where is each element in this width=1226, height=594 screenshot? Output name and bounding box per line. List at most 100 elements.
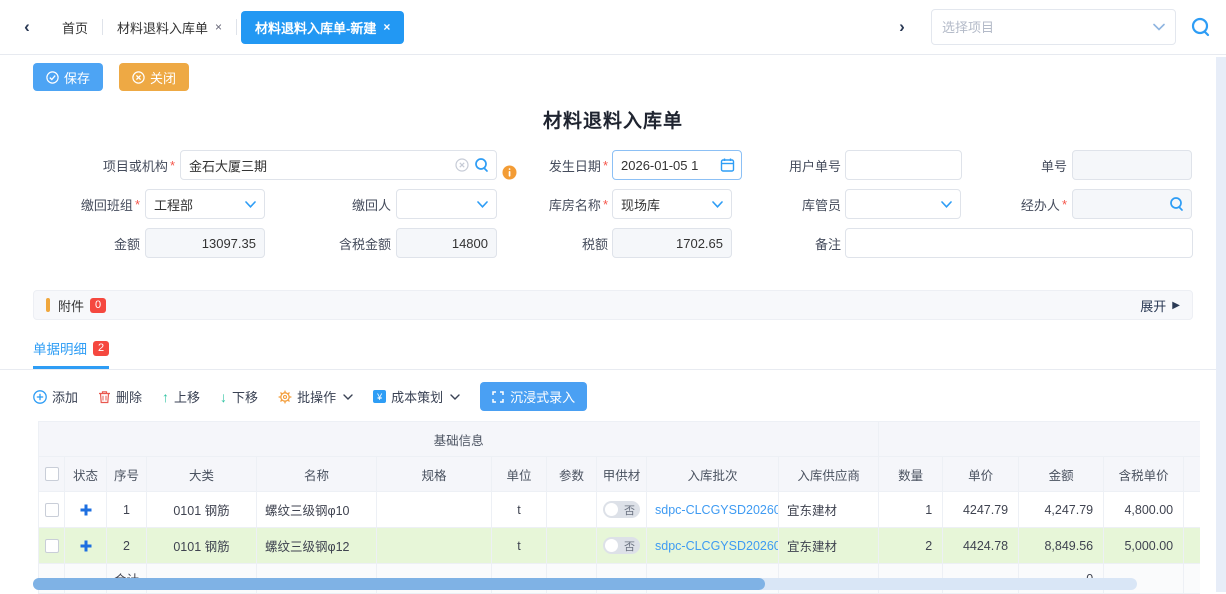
move-down-button[interactable]: ↓ 下移 bbox=[220, 387, 258, 406]
return-team-value: 工程部 bbox=[154, 195, 193, 214]
tab-material-return-list[interactable]: 材料退料入库单 × bbox=[107, 12, 232, 43]
select-all-checkbox[interactable] bbox=[45, 467, 59, 481]
chevron-down-icon bbox=[477, 201, 488, 208]
col-batch: 入库批次 bbox=[647, 457, 779, 492]
arrow-down-icon: ↓ bbox=[220, 389, 227, 405]
param-cell[interactable] bbox=[547, 528, 597, 564]
plus-icon bbox=[80, 503, 92, 517]
price-cell[interactable]: 4247.79 bbox=[943, 492, 1019, 528]
unit-cell[interactable]: t bbox=[492, 528, 547, 564]
batch-cell: sdpc-CLCGYSD202601 bbox=[647, 492, 779, 528]
col-owner-supplied: 甲供材 bbox=[597, 457, 647, 492]
delete-row-button[interactable]: 删除 bbox=[98, 387, 142, 406]
amount-cell[interactable]: 8,849.56 bbox=[1019, 528, 1104, 564]
top-tab-bar: ‹ 首页 材料退料入库单 × 材料退料入库单-新建 × › bbox=[0, 0, 1226, 55]
expand-button[interactable]: 展开 ▶ bbox=[1140, 296, 1180, 315]
search-icon[interactable] bbox=[474, 157, 490, 173]
select-all-cell bbox=[39, 457, 65, 492]
add-row-button[interactable]: 添加 bbox=[33, 387, 78, 406]
name-cell[interactable]: 螺纹三级钢φ10 bbox=[257, 492, 377, 528]
batch-ops-menu[interactable]: 批操作 bbox=[278, 387, 353, 406]
tax-amount-cell[interactable]: 4,800.00 bbox=[1184, 492, 1200, 528]
date-label: 发生日期* bbox=[498, 150, 608, 180]
handler-label: 经办人* bbox=[967, 189, 1067, 219]
calendar-icon[interactable] bbox=[720, 158, 735, 173]
detail-toolbar: 添加 删除 ↑ 上移 ↓ 下移 批操作 ¥ 成本策划 沉浸式录入 bbox=[33, 382, 1226, 411]
col-param: 参数 bbox=[547, 457, 597, 492]
section-marker bbox=[46, 298, 50, 312]
row-status-cell[interactable] bbox=[65, 528, 107, 564]
row-checkbox[interactable] bbox=[45, 503, 59, 517]
qty-cell[interactable]: 2 bbox=[879, 528, 943, 564]
vertical-scrollbar-track[interactable] bbox=[1216, 57, 1226, 592]
tab-material-return-new[interactable]: 材料退料入库单-新建 × bbox=[241, 11, 404, 44]
spec-cell[interactable] bbox=[377, 492, 492, 528]
immersive-entry-button[interactable]: 沉浸式录入 bbox=[480, 382, 587, 411]
detail-table: 基础信息 状态 序号 大类 名称 规格 单位 参数 甲供材 入库批次 入库供应商… bbox=[38, 421, 1200, 594]
search-icon[interactable] bbox=[1190, 16, 1212, 38]
row-status-cell[interactable] bbox=[65, 492, 107, 528]
tax-incl-amount-input bbox=[396, 228, 497, 258]
tab-home[interactable]: 首页 bbox=[52, 12, 98, 43]
expand-label: 展开 bbox=[1140, 296, 1166, 315]
warehouse-select[interactable]: 现场库 bbox=[612, 189, 732, 219]
cost-plan-menu[interactable]: ¥ 成本策划 bbox=[373, 387, 460, 406]
header-form: 项目或机构* 发生日期* 用户单号 单号 bbox=[0, 150, 1226, 260]
batch-link[interactable]: sdpc-CLCGYSD202601 bbox=[655, 503, 779, 517]
project-select-input[interactable] bbox=[942, 20, 1153, 35]
keeper-select[interactable] bbox=[845, 189, 961, 219]
col-tax-price: 含税单价 bbox=[1104, 457, 1184, 492]
table-row: 1 0101 钢筋 螺纹三级钢φ10 t 否 sdpc-CLCGYSD20260… bbox=[39, 492, 1201, 528]
toggle-label: 否 bbox=[624, 502, 635, 518]
col-qty: 数量 bbox=[879, 457, 943, 492]
supplier-cell[interactable]: 宜东建材 bbox=[779, 528, 879, 564]
spec-cell[interactable] bbox=[377, 528, 492, 564]
detail-count-badge: 2 bbox=[93, 341, 109, 356]
user-no-input[interactable] bbox=[845, 150, 962, 180]
owner-supplied-toggle[interactable]: 否 bbox=[603, 501, 640, 518]
project-select[interactable] bbox=[931, 9, 1176, 45]
return-team-select[interactable]: 工程部 bbox=[145, 189, 265, 219]
horizontal-scrollbar-track[interactable] bbox=[33, 578, 1137, 590]
amount-cell[interactable]: 4,247.79 bbox=[1019, 492, 1104, 528]
group-header-empty bbox=[879, 422, 1200, 457]
param-cell[interactable] bbox=[547, 492, 597, 528]
category-cell[interactable]: 0101 钢筋 bbox=[147, 528, 257, 564]
save-button[interactable]: 保存 bbox=[33, 63, 103, 91]
returner-select[interactable] bbox=[396, 189, 497, 219]
tax-price-cell[interactable]: 5,000.00 bbox=[1104, 528, 1184, 564]
col-status: 状态 bbox=[65, 457, 107, 492]
supplier-cell[interactable]: 宜东建材 bbox=[779, 492, 879, 528]
chevron-down-icon bbox=[245, 201, 256, 208]
remark-input[interactable] bbox=[845, 228, 1193, 258]
close-tab-icon[interactable]: × bbox=[215, 20, 222, 34]
search-icon[interactable] bbox=[1169, 196, 1185, 212]
cost-plan-label: 成本策划 bbox=[391, 387, 443, 406]
unit-cell[interactable]: t bbox=[492, 492, 547, 528]
clear-icon[interactable] bbox=[455, 158, 469, 172]
returner-label: 缴回人 bbox=[291, 189, 391, 219]
back-icon[interactable]: ‹ bbox=[16, 16, 38, 38]
price-cell[interactable]: 4424.78 bbox=[943, 528, 1019, 564]
close-tab-icon[interactable]: × bbox=[383, 20, 390, 34]
row-checkbox[interactable] bbox=[45, 539, 59, 553]
batch-link[interactable]: sdpc-CLCGYSD202601 bbox=[655, 539, 779, 553]
name-cell[interactable]: 螺纹三级钢φ12 bbox=[257, 528, 377, 564]
move-up-button[interactable]: ↑ 上移 bbox=[162, 387, 200, 406]
forward-icon[interactable]: › bbox=[891, 16, 913, 38]
move-up-label: 上移 bbox=[174, 387, 200, 406]
tab-detail[interactable]: 单据明细 2 bbox=[33, 338, 109, 369]
category-cell[interactable]: 0101 钢筋 bbox=[147, 492, 257, 528]
seq-cell[interactable]: 1 bbox=[107, 492, 147, 528]
group-header-basic-info: 基础信息 bbox=[39, 422, 879, 457]
tax-price-cell[interactable]: 4,800.00 bbox=[1104, 492, 1184, 528]
horizontal-scrollbar-thumb[interactable] bbox=[33, 578, 765, 590]
owner-supplied-toggle[interactable]: 否 bbox=[603, 537, 640, 554]
close-button[interactable]: 关闭 bbox=[119, 63, 189, 91]
tax-amount-cell[interactable]: 10,000.00 bbox=[1184, 528, 1200, 564]
qty-cell[interactable]: 1 bbox=[879, 492, 943, 528]
seq-cell[interactable]: 2 bbox=[107, 528, 147, 564]
chevron-down-icon bbox=[450, 394, 460, 400]
project-input[interactable] bbox=[180, 150, 497, 180]
owner-supplied-cell: 否 bbox=[597, 492, 647, 528]
